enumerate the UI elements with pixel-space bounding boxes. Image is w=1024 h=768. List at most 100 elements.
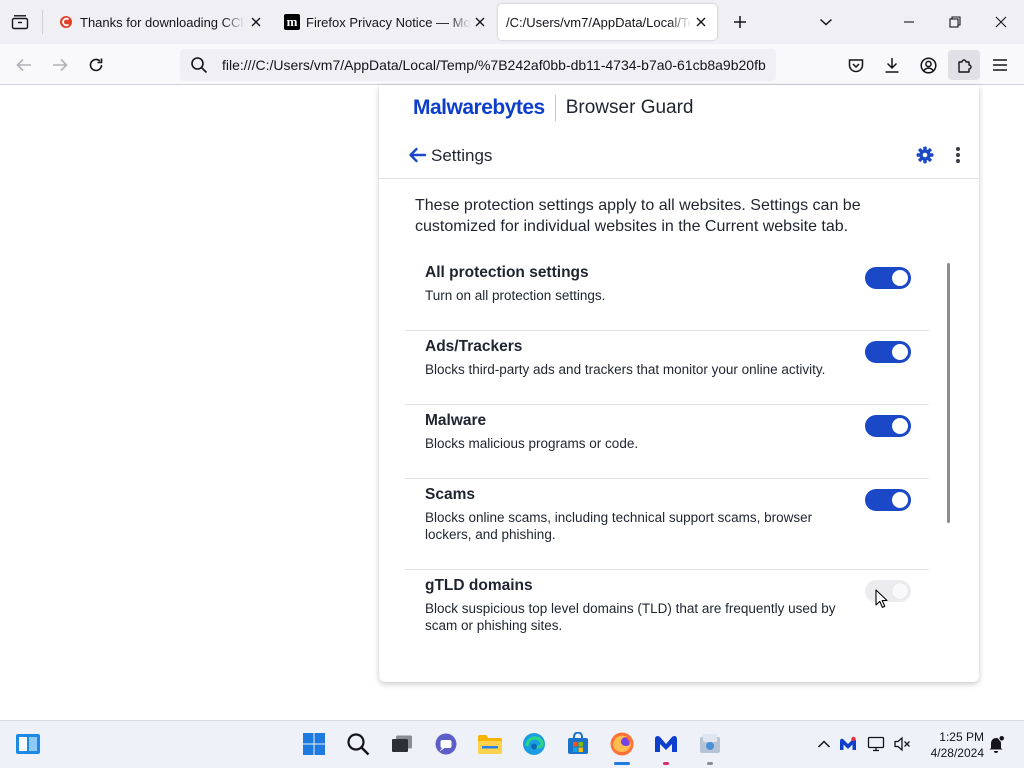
settings-scrollbar[interactable] — [947, 263, 950, 523]
close-tab-icon[interactable] — [248, 14, 264, 30]
setting-description: Block suspicious top level domains (TLD)… — [425, 601, 836, 633]
tab-title: Firefox Privacy Notice — Mozilla — [306, 14, 471, 30]
back-button[interactable] — [11, 52, 37, 78]
setting-title: Ads/Trackers — [425, 338, 523, 355]
tab-ccleaner[interactable]: Thanks for downloading CCleaner — [46, 4, 272, 40]
notifications-button[interactable] — [984, 729, 1008, 759]
setting-description: Blocks third-party ads and trackers that… — [425, 362, 826, 377]
network-icon — [867, 736, 885, 752]
close-window-button[interactable] — [984, 8, 1018, 36]
mozilla-m-icon: m — [284, 14, 300, 30]
malwarebytes-running-indicator — [663, 762, 669, 765]
search-button[interactable] — [343, 729, 373, 759]
downloads-button[interactable] — [879, 52, 905, 78]
brand-header: Malwarebytes Browser Guard — [413, 93, 694, 123]
ads-trackers-toggle[interactable] — [865, 341, 911, 363]
close-tab-icon[interactable] — [472, 14, 488, 30]
malwarebytes-m-icon — [655, 735, 677, 752]
chat-button[interactable] — [431, 729, 461, 759]
network-button[interactable] — [864, 729, 888, 759]
tab-local-file[interactable]: /C:/Users/vm7/AppData/Local/Temp/ — [498, 4, 717, 40]
edge-button[interactable] — [519, 729, 549, 759]
new-tab-button[interactable] — [729, 11, 751, 33]
speaker-muted-icon — [894, 736, 910, 752]
back-arrow-icon[interactable] — [407, 145, 427, 165]
toggle-knob — [892, 492, 908, 508]
microsoft-store-button[interactable] — [563, 729, 593, 759]
hamburger-menu-icon — [993, 59, 1007, 71]
setting-title: gTLD domains — [425, 577, 533, 594]
brand-divider — [554, 95, 556, 121]
show-hidden-icons-button[interactable] — [812, 729, 836, 759]
navigation-toolbar: file:///C:/Users/vm7/AppData/Local/Temp/… — [0, 44, 1024, 85]
tab-firefox-privacy[interactable]: m Firefox Privacy Notice — Mozilla — [272, 4, 496, 40]
firefox-icon — [610, 732, 634, 756]
folder-icon — [478, 735, 502, 754]
maximize-button[interactable] — [938, 8, 972, 36]
setting-title: All protection settings — [425, 264, 589, 281]
malwarebytes-button[interactable] — [651, 729, 681, 759]
tab-title: Thanks for downloading CCleaner — [80, 14, 245, 30]
account-button[interactable] — [915, 52, 941, 78]
extensions-button[interactable] — [948, 50, 980, 80]
list-all-tabs-button[interactable] — [815, 11, 837, 33]
mouse-cursor-icon — [875, 589, 888, 608]
setting-description: Blocks online scams, including technical… — [425, 510, 813, 542]
reload-button[interactable] — [83, 52, 109, 78]
setting-title: Malware — [425, 412, 487, 429]
notification-bell-icon — [989, 735, 1005, 753]
malwarebytes-tray-button[interactable] — [836, 729, 860, 759]
settings-intro-text: These protection settings apply to all w… — [415, 197, 861, 235]
scams-toggle[interactable] — [865, 489, 911, 511]
tab-divider — [42, 10, 43, 34]
start-button[interactable] — [299, 729, 329, 759]
widgets-button[interactable] — [13, 729, 43, 759]
reload-icon — [89, 58, 103, 72]
firefox-view-icon — [11, 15, 29, 30]
file-explorer-button[interactable] — [475, 729, 505, 759]
setting-all-protection: All protection settings Turn on all prot… — [405, 257, 929, 331]
tab-strip: Thanks for downloading CCleaner m Firefo… — [0, 0, 1024, 44]
firefox-button[interactable] — [607, 729, 637, 759]
more-options-icon[interactable] — [953, 146, 963, 164]
product-name: Browser Guard — [565, 97, 694, 118]
address-bar[interactable]: file:///C:/Users/vm7/AppData/Local/Temp/… — [180, 49, 776, 81]
edge-icon — [523, 733, 545, 755]
windows-logo-icon — [303, 733, 325, 755]
firefox-view-button[interactable] — [8, 11, 32, 33]
page-title: Settings — [431, 146, 493, 165]
setup-running-indicator — [707, 762, 713, 765]
task-view-icon — [392, 735, 412, 752]
volume-button[interactable] — [890, 729, 914, 759]
firefox-running-indicator — [614, 762, 630, 765]
malwarebytes-logo: Malwarebytes — [413, 96, 545, 119]
malware-toggle[interactable] — [865, 415, 911, 437]
close-icon — [995, 16, 1007, 28]
app-menu-button[interactable] — [987, 52, 1013, 78]
clock-date: 4/28/2024 — [930, 746, 984, 760]
minimize-icon — [904, 21, 914, 23]
ccleaner-setup-button[interactable] — [695, 729, 725, 759]
settings-header: Settings — [379, 133, 979, 179]
search-icon — [191, 57, 208, 74]
url-text[interactable]: file:///C:/Users/vm7/AppData/Local/Temp/… — [222, 57, 770, 73]
forward-button[interactable] — [47, 52, 73, 78]
clock-time: 1:25 PM — [939, 730, 984, 744]
chevron-up-icon — [817, 740, 831, 748]
plus-icon — [734, 16, 746, 28]
browser-guard-popup: Malwarebytes Browser Guard Settings Thes… — [379, 85, 979, 682]
taskbar-clock[interactable]: 1:25 PM 4/28/2024 — [922, 729, 984, 761]
pocket-button[interactable] — [843, 52, 869, 78]
tab-title: /C:/Users/vm7/AppData/Local/Temp/ — [506, 14, 691, 30]
task-view-button[interactable] — [387, 729, 417, 759]
all-protection-toggle[interactable] — [865, 267, 911, 289]
installer-icon — [700, 734, 720, 753]
setting-scams: Scams Blocks online scams, including tec… — [405, 479, 929, 570]
gear-icon[interactable] — [916, 146, 934, 164]
minimize-button[interactable] — [892, 8, 926, 36]
forward-arrow-icon — [53, 58, 68, 72]
account-icon — [919, 56, 937, 74]
close-tab-icon[interactable] — [693, 14, 709, 30]
search-icon — [347, 733, 370, 756]
windows-taskbar: 1:25 PM 4/28/2024 — [0, 720, 1024, 768]
